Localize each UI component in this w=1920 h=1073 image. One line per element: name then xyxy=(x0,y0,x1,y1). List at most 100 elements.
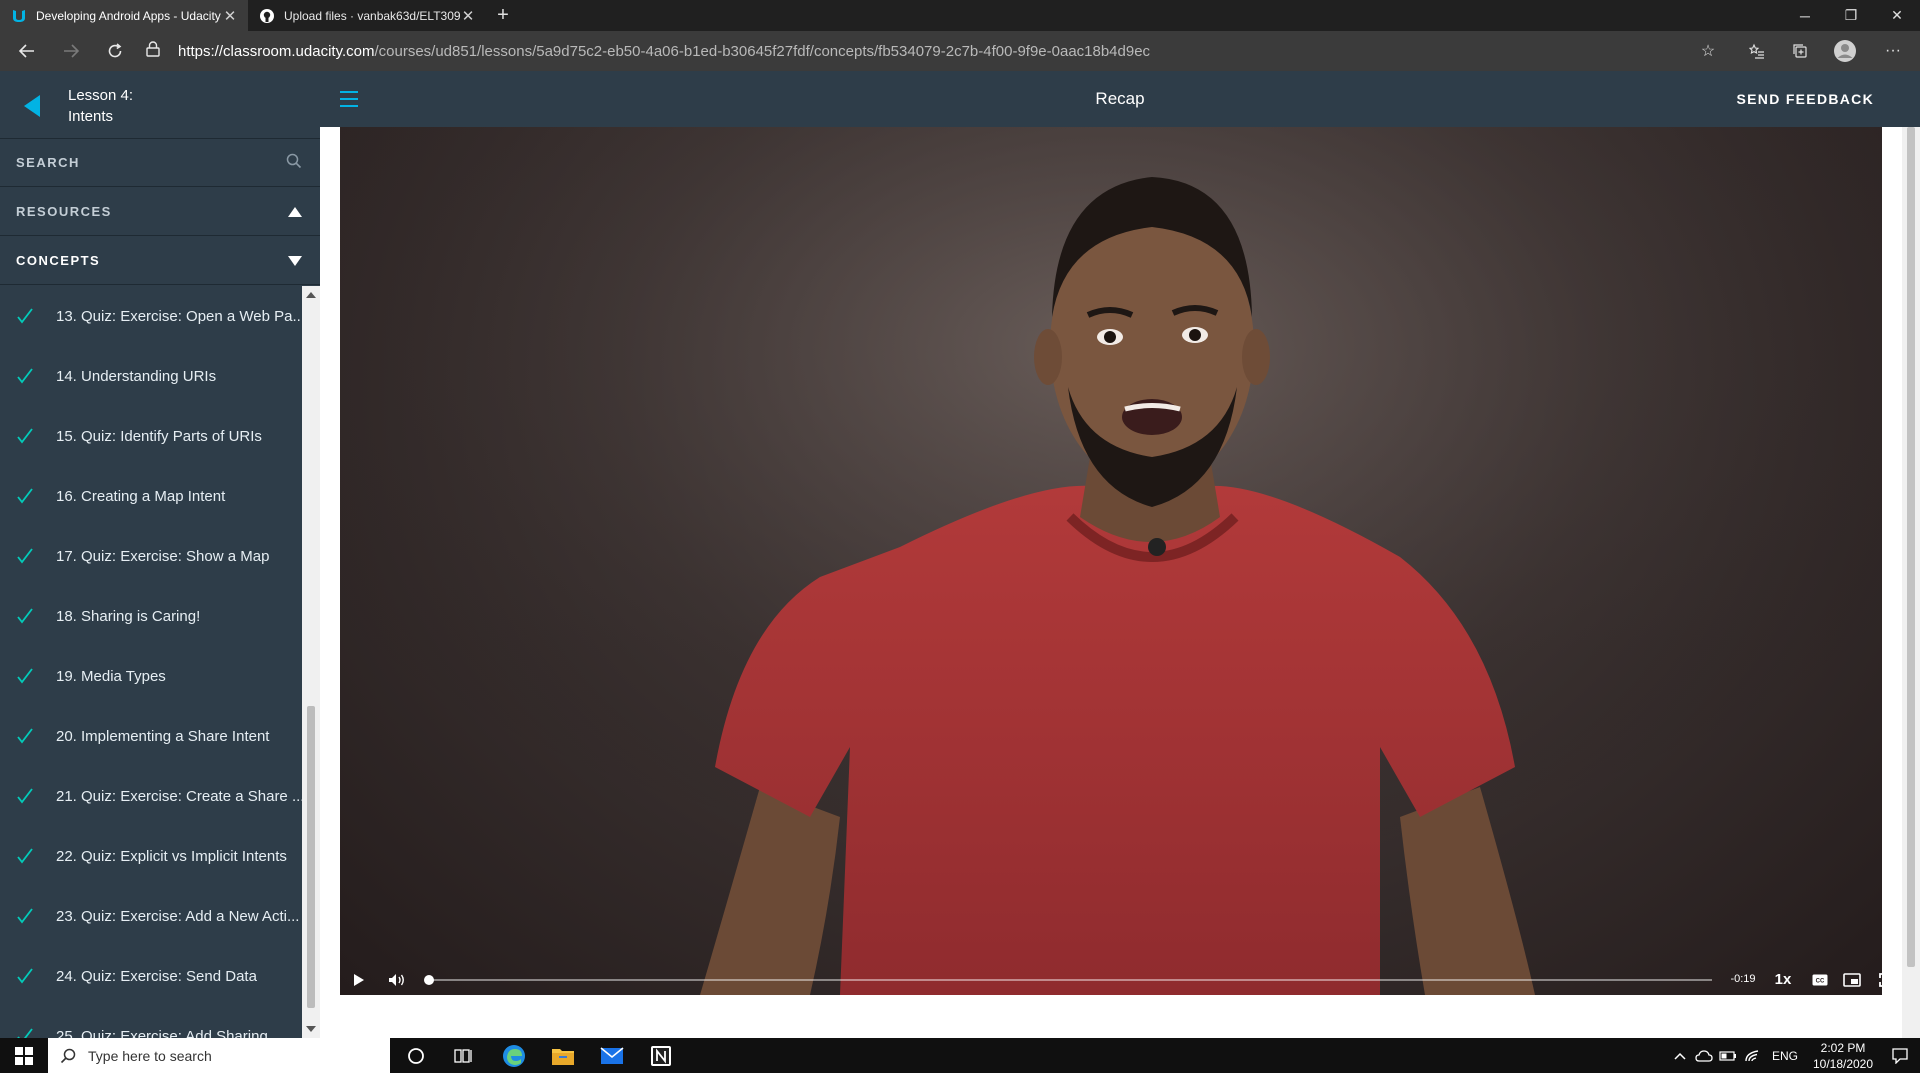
lesson-title: Lesson 4: Intents xyxy=(68,85,133,127)
volume-icon[interactable] xyxy=(386,971,408,989)
concept-item[interactable]: 15. Quiz: Identify Parts of URIs xyxy=(0,406,302,466)
concept-label: 14. Understanding URIs xyxy=(56,367,217,385)
close-tab-icon[interactable]: ✕ xyxy=(460,7,476,25)
mail-icon[interactable] xyxy=(588,1038,636,1073)
github-icon xyxy=(258,7,276,25)
new-tab-button[interactable]: + xyxy=(492,4,514,26)
page-scrollbar[interactable] xyxy=(1902,127,1920,1038)
onedrive-cloud-icon[interactable] xyxy=(1692,1049,1716,1063)
concept-label: 16. Creating a Map Intent xyxy=(56,487,226,505)
concepts-toggle[interactable]: CONCEPTS xyxy=(0,237,320,285)
checkmark-icon xyxy=(0,1028,56,1038)
notifications-icon[interactable] xyxy=(1880,1047,1920,1064)
resources-toggle[interactable]: RESOURCES xyxy=(0,188,320,236)
video-player[interactable]: -0:19 1x CC xyxy=(340,127,1882,995)
concept-item[interactable]: 20. Implementing a Share Intent xyxy=(0,706,302,766)
collections-icon[interactable] xyxy=(1785,37,1815,65)
file-explorer-icon[interactable] xyxy=(539,1038,587,1073)
search-icon[interactable] xyxy=(286,153,302,172)
concept-item[interactable]: 23. Quiz: Exercise: Add a New Acti... xyxy=(0,886,302,946)
concept-item[interactable]: 18. Sharing is Caring! xyxy=(0,586,302,646)
scroll-up-arrow-icon[interactable] xyxy=(306,292,316,298)
cortana-icon[interactable] xyxy=(392,1038,440,1073)
scrollbar-thumb[interactable] xyxy=(307,706,315,1008)
forward-button[interactable] xyxy=(56,37,86,65)
checkmark-icon xyxy=(0,848,56,864)
language-indicator[interactable]: ENG xyxy=(1772,1049,1798,1063)
checkmark-icon xyxy=(0,908,56,924)
url-field[interactable]: https://classroom.udacity.com/courses/ud… xyxy=(146,35,1732,67)
back-arrow-icon xyxy=(18,44,34,58)
resources-label: RESOURCES xyxy=(16,204,112,219)
task-view-icon[interactable] xyxy=(440,1038,488,1073)
video-controls: -0:19 1x CC xyxy=(340,965,1882,995)
expand-arrow-icon xyxy=(288,255,302,266)
lesson-number: Lesson 4: xyxy=(68,87,134,104)
more-menu-icon[interactable]: ··· xyxy=(1878,37,1908,65)
checkmark-icon xyxy=(0,428,56,444)
captions-icon[interactable]: CC xyxy=(1808,971,1832,989)
refresh-button[interactable] xyxy=(100,37,130,65)
fullscreen-icon[interactable] xyxy=(1874,971,1882,989)
concept-label: 13. Quiz: Exercise: Open a Web Pa... xyxy=(56,307,302,325)
tab-udacity[interactable]: Developing Android Apps - Udacity ✕ xyxy=(0,0,248,31)
scrollbar-thumb[interactable] xyxy=(1907,127,1915,967)
concept-label: 22. Quiz: Explicit vs Implicit Intents xyxy=(56,847,287,865)
main-content: -0:19 1x CC xyxy=(320,127,1920,1038)
page-title: Recap xyxy=(1095,89,1145,108)
clock-date: 10/18/2020 xyxy=(1812,1056,1874,1071)
classroom-header: Recap SEND FEEDBACK xyxy=(320,71,1920,127)
notion-app-icon[interactable] xyxy=(637,1038,685,1073)
concept-item[interactable]: 22. Quiz: Explicit vs Implicit Intents xyxy=(0,826,302,886)
refresh-icon xyxy=(108,43,122,58)
play-icon[interactable] xyxy=(350,971,368,989)
tab-title: Developing Android Apps - Udacity xyxy=(36,8,221,23)
concept-item[interactable]: 14. Understanding URIs xyxy=(0,346,302,406)
tab-title: Upload files · vanbak63d/ELT309 xyxy=(284,8,460,23)
playback-speed-button[interactable]: 1x xyxy=(1768,971,1798,988)
tab-github[interactable]: Upload files · vanbak63d/ELT309 ✕ xyxy=(248,0,486,31)
checkmark-icon xyxy=(0,728,56,744)
restore-button[interactable]: ❐ xyxy=(1828,0,1874,31)
checkmark-icon xyxy=(0,488,56,504)
show-hidden-icons-chevron-icon[interactable] xyxy=(1668,1052,1692,1060)
profile-avatar-icon[interactable] xyxy=(1830,37,1860,65)
concept-item[interactable]: 21. Quiz: Exercise: Create a Share ... xyxy=(0,766,302,826)
minimize-button[interactable]: ─ xyxy=(1782,0,1828,31)
concept-item[interactable]: 24. Quiz: Exercise: Send Data xyxy=(0,946,302,1006)
scroll-down-arrow-icon[interactable] xyxy=(306,1026,316,1032)
sidebar-search[interactable]: SEARCH xyxy=(0,139,320,187)
favorite-star-icon[interactable]: ☆ xyxy=(1693,37,1723,65)
checkmark-icon xyxy=(0,368,56,384)
battery-icon[interactable] xyxy=(1716,1050,1740,1061)
taskbar-clock[interactable]: 2:02 PM 10/18/2020 xyxy=(1806,1040,1880,1072)
taskbar-search-input[interactable]: Type here to search xyxy=(48,1038,390,1073)
checkmark-icon xyxy=(0,668,56,684)
lock-icon xyxy=(146,41,166,61)
progress-handle[interactable] xyxy=(424,975,434,985)
sidebar-scrollbar[interactable] xyxy=(302,286,320,1038)
concept-item[interactable]: 25. Quiz: Exercise: Add Sharing xyxy=(0,1006,302,1038)
back-button[interactable] xyxy=(12,37,42,65)
checkmark-icon xyxy=(0,548,56,564)
checkmark-icon xyxy=(0,308,56,324)
video-progress-bar[interactable] xyxy=(424,975,1712,985)
time-remaining: -0:19 xyxy=(1730,973,1756,985)
wifi-icon[interactable] xyxy=(1740,1049,1764,1063)
send-feedback-button[interactable]: SEND FEEDBACK xyxy=(1737,91,1874,107)
back-triangle-icon[interactable] xyxy=(24,95,40,117)
windows-start-icon[interactable] xyxy=(0,1038,48,1073)
concept-item[interactable]: 19. Media Types xyxy=(0,646,302,706)
picture-in-picture-icon[interactable] xyxy=(1840,971,1864,989)
edge-browser-icon[interactable] xyxy=(490,1038,538,1073)
concept-item[interactable]: 17. Quiz: Exercise: Show a Map xyxy=(0,526,302,586)
concept-item[interactable]: 13. Quiz: Exercise: Open a Web Pa... xyxy=(0,286,302,346)
concept-item[interactable]: 16. Creating a Map Intent xyxy=(0,466,302,526)
concept-label: 17. Quiz: Exercise: Show a Map xyxy=(56,547,270,565)
favorites-list-icon[interactable] xyxy=(1742,37,1772,65)
close-window-button[interactable]: ✕ xyxy=(1874,0,1920,31)
concept-label: 15. Quiz: Identify Parts of URIs xyxy=(56,427,262,445)
concept-label: 20. Implementing a Share Intent xyxy=(56,727,270,745)
lesson-header[interactable]: Lesson 4: Intents xyxy=(0,71,320,139)
close-tab-icon[interactable]: ✕ xyxy=(222,7,238,25)
